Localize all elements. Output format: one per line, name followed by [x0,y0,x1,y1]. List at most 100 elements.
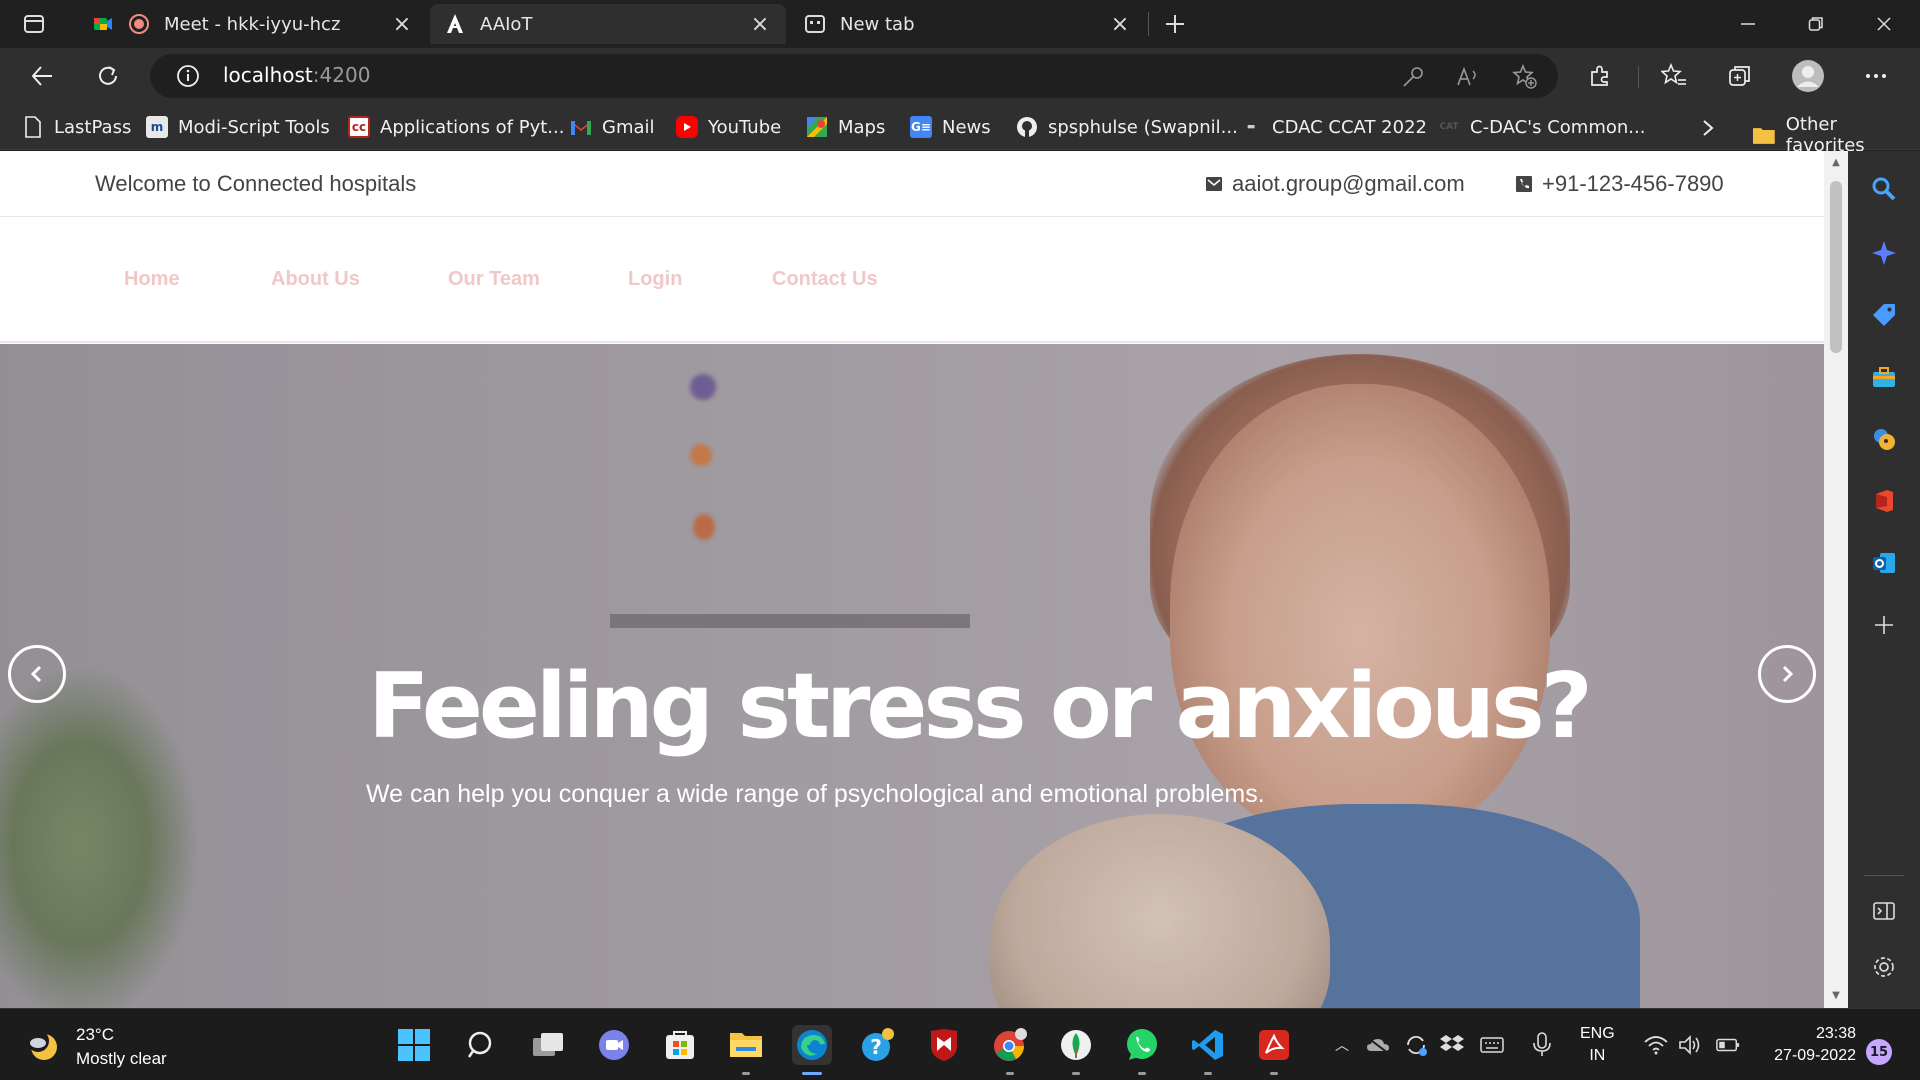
sidebar-shopping-icon[interactable] [1870,301,1898,329]
favorites-button[interactable] [1656,58,1692,94]
nav-our-team[interactable]: Our Team [448,268,540,291]
show-hidden-icons-chevron-icon[interactable]: ︿ [1330,1033,1354,1057]
back-button[interactable] [24,58,60,94]
dropbox-icon[interactable] [1440,1033,1464,1057]
close-tab-icon[interactable]: × [1108,12,1132,37]
close-tab-icon[interactable]: × [390,12,414,37]
sidebar-tools-icon[interactable] [1870,363,1898,391]
edge-button[interactable] [792,1025,832,1075]
chrome-icon [994,1028,1027,1061]
favorite-gmail[interactable]: Gmail [570,114,655,140]
sidebar-hide-icon[interactable] [1870,897,1898,925]
collections-button[interactable] [1722,58,1758,94]
info-icon[interactable] [176,64,200,88]
task-view-button[interactable] [528,1025,568,1065]
scroll-down-icon[interactable]: ▼ [1830,990,1842,1002]
volume-icon[interactable] [1678,1033,1702,1057]
password-key-icon[interactable] [1400,64,1426,90]
sidebar-settings-icon[interactable] [1870,953,1898,981]
chevron-left-icon [30,665,42,683]
address-bar[interactable]: localhost:4200 [150,54,1558,98]
extensions-button[interactable] [1582,58,1618,94]
wifi-icon[interactable] [1644,1033,1668,1057]
sidebar-games-icon[interactable] [1870,425,1898,453]
sidebar-office-icon[interactable] [1870,487,1898,515]
whatsapp-button[interactable] [1122,1025,1162,1075]
nav-login[interactable]: Login [628,268,682,291]
teams-chat-button[interactable] [594,1025,634,1065]
help-app-button[interactable]: ? [858,1025,898,1065]
notification-badge[interactable]: 15 [1866,1039,1892,1065]
weather-widget[interactable]: 23°C Mostly clear [26,1023,167,1071]
chevron-right-icon[interactable] [1698,118,1718,138]
cdac-icon: CAT [1439,122,1459,132]
file-explorer-button[interactable] [726,1025,766,1075]
read-aloud-icon[interactable] [1456,64,1482,90]
moon-weather-icon [27,1030,57,1060]
carousel-prev-button[interactable] [8,645,66,703]
chrome-button[interactable] [990,1025,1030,1075]
favorite-modi-script[interactable]: m Modi-Script Tools [146,114,330,140]
phone-contact[interactable]: +91-123-456-7890 [1514,171,1724,197]
favorite-news[interactable]: G≡ News [910,114,991,140]
onedrive-icon[interactable] [1366,1033,1390,1057]
battery-icon[interactable] [1716,1033,1740,1057]
weather-temp: 23°C [76,1025,114,1044]
refresh-icon [99,66,117,85]
nav-contact-us[interactable]: Contact Us [772,268,878,291]
restore-button[interactable] [1794,8,1838,40]
vscode-button[interactable] [1188,1025,1228,1075]
microsoft-store-button[interactable] [660,1025,700,1065]
tab-aaiot[interactable]: AAIoT × [430,4,786,44]
add-favorite-icon[interactable] [1512,64,1538,90]
mongodb-compass-button[interactable] [1056,1025,1096,1075]
refresh-button[interactable] [90,58,126,94]
favorite-cdac-ccat[interactable]: ▬ CDAC CCAT 2022 [1240,114,1427,140]
tab-actions-icon [24,15,44,33]
keyboard-icon[interactable] [1480,1033,1504,1057]
acrobat-button[interactable] [1254,1025,1294,1075]
email-contact[interactable]: aaiot.group@gmail.com [1204,171,1465,197]
clock[interactable]: 23:38 27-09-2022 [1760,1023,1856,1067]
profile-button[interactable] [1790,58,1826,94]
favorite-label: spsphulse (Swapnil... [1048,116,1238,138]
close-window-button[interactable] [1862,8,1906,40]
url-text[interactable]: localhost:4200 [223,63,370,87]
collections-icon [1729,66,1750,86]
language-indicator[interactable]: ENG IN [1580,1023,1615,1067]
sidebar-add-icon[interactable] [1870,611,1898,639]
new-tab-button[interactable] [1160,10,1190,38]
settings-menu-button[interactable] [1858,58,1894,94]
carousel-next-button[interactable] [1758,645,1816,703]
close-tab-icon[interactable]: × [748,12,772,37]
running-indicator [742,1072,750,1075]
favorite-lastpass[interactable]: LastPass [22,114,131,140]
microphone-icon[interactable] [1530,1032,1554,1057]
tab-new[interactable]: New tab × [790,4,1146,44]
scroll-up-icon[interactable]: ▲ [1830,157,1842,169]
page-scrollbar[interactable]: ▲ ▼ [1824,151,1848,1008]
tab-title: New tab [840,13,915,35]
tab-actions-button[interactable] [16,10,52,38]
sync-icon[interactable] [1404,1033,1428,1057]
other-favorites-folder[interactable]: Other favorites [1752,114,1920,156]
minimize-button[interactable] [1726,8,1770,40]
svg-text:?: ? [870,1035,882,1059]
favorite-maps[interactable]: Maps [806,114,885,140]
favorite-youtube[interactable]: YouTube [676,114,781,140]
sidebar-search-icon[interactable] [1870,175,1898,203]
favorite-github[interactable]: spsphulse (Swapnil... [1016,114,1238,140]
weather-desc: Mostly clear [76,1049,167,1068]
sidebar-outlook-icon[interactable] [1870,549,1898,577]
scroll-thumb[interactable] [1830,181,1842,353]
sidebar-discover-icon[interactable] [1870,239,1898,267]
nav-home[interactable]: Home [124,268,180,291]
search-button[interactable] [462,1025,502,1065]
start-button[interactable] [394,1025,434,1065]
tab-meet[interactable]: Meet - hkk-iyyu-hcz × [78,4,428,44]
nav-about-us[interactable]: About Us [271,268,360,291]
favorite-cdac-common[interactable]: CAT C-DAC's Common... [1438,114,1645,140]
mcafee-button[interactable] [924,1025,964,1065]
favorite-applications-python[interactable]: cc Applications of Pyt... [348,114,564,140]
site-navbar: Home About Us Our Team Login Contact Us [0,218,1824,343]
